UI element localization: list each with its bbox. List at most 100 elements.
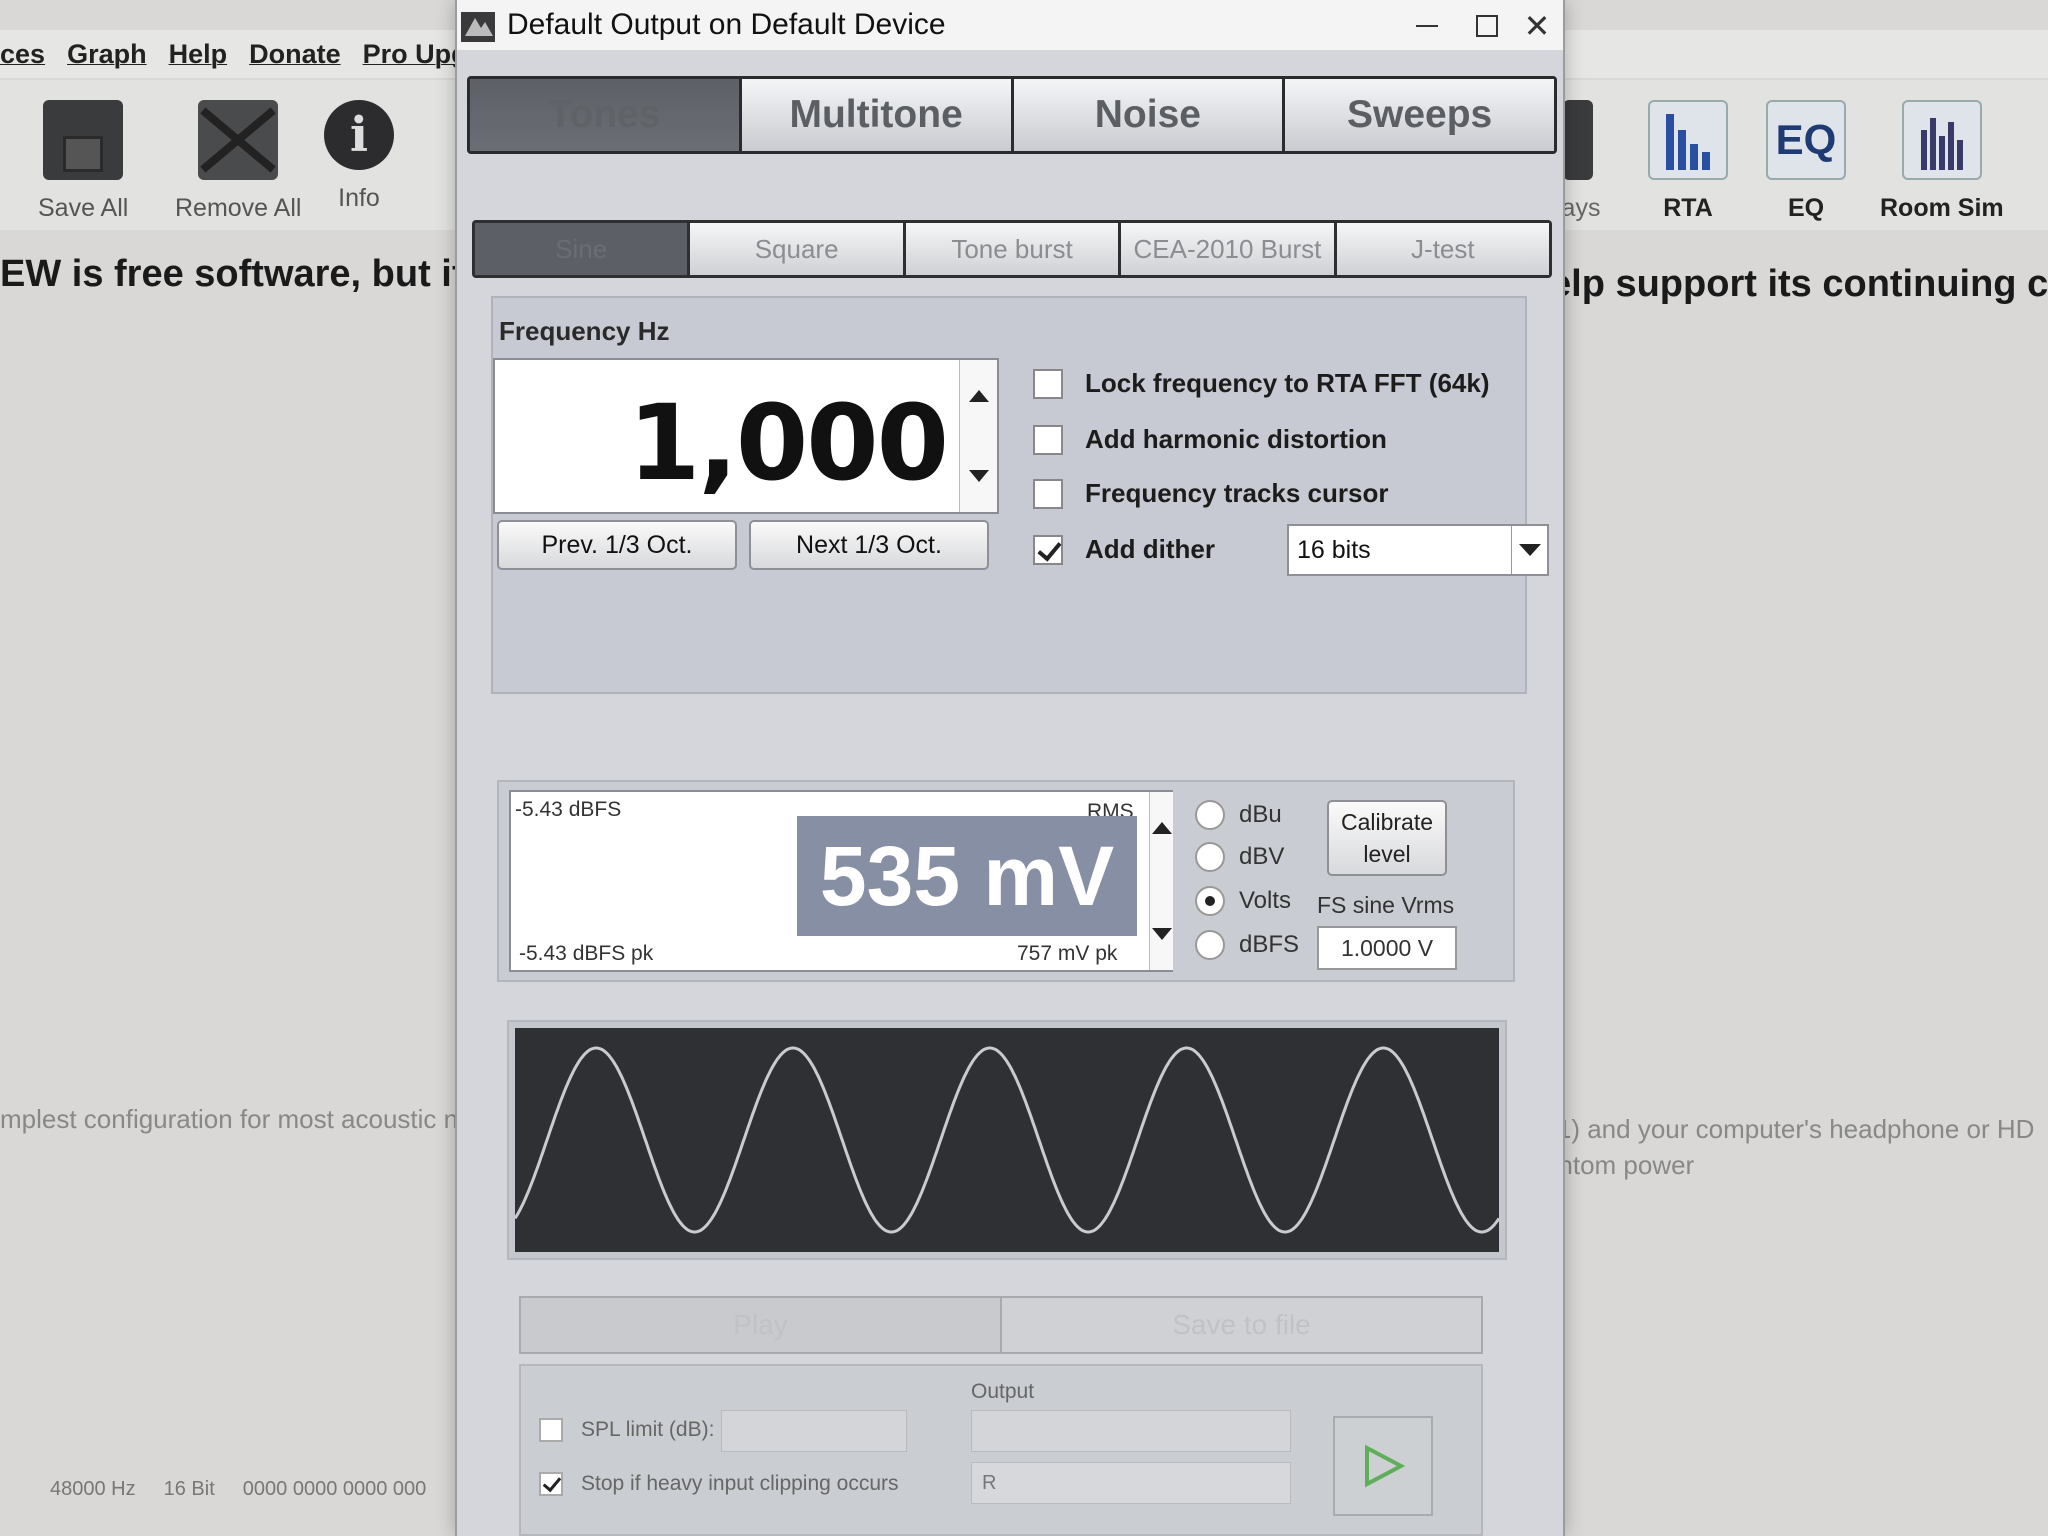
chevron-down-icon[interactable] (1511, 526, 1547, 574)
minimize-icon (1416, 25, 1438, 27)
menu-donate[interactable]: Donate (249, 39, 341, 70)
tab-multitone[interactable]: Multitone (741, 79, 1011, 151)
tab-tone-burst[interactable]: Tone burst (905, 223, 1119, 275)
dialog-title: Default Output on Default Device (507, 8, 946, 41)
info-button[interactable]: i Info (324, 100, 394, 213)
unit-dbv-option[interactable]: dBV (1195, 842, 1284, 872)
status-sample-rate: 48000 Hz (50, 1478, 136, 1500)
save-all-button[interactable]: Save All (38, 100, 128, 223)
frequency-tracks-cursor-option[interactable]: Frequency tracks cursor (1033, 478, 1388, 509)
tab-sine[interactable]: Sine (475, 223, 688, 275)
spl-limit-option[interactable]: SPL limit (dB): (539, 1418, 714, 1442)
spin-up-icon[interactable] (969, 390, 989, 402)
frequency-label: Frequency Hz (499, 316, 670, 346)
menu-graph[interactable]: Graph (67, 39, 147, 70)
unit-dbu-radio[interactable] (1195, 800, 1225, 830)
tab-tones[interactable]: Tones (470, 79, 739, 151)
output-device-select[interactable] (971, 1410, 1291, 1452)
room-sim-icon (1901, 100, 1982, 180)
close-icon: ✕ (1523, 8, 1551, 44)
minimize-button[interactable] (1397, 4, 1457, 48)
level-spinner[interactable] (1149, 792, 1173, 970)
level-dbfs-rms: -5.43 dBFS (515, 798, 622, 821)
lock-fft-checkbox[interactable] (1033, 368, 1063, 399)
background-help-text-right-1: MIK-1) and your computer's headphone or … (1502, 1114, 2035, 1144)
menu-preferences[interactable]: ces (0, 39, 45, 70)
overlays-icon (1563, 100, 1594, 180)
sine-wave-trace (515, 1046, 1499, 1234)
spin-up-icon[interactable] (1152, 822, 1172, 834)
remove-all-icon (198, 100, 279, 180)
eq-button[interactable]: EQ EQ (1766, 100, 1846, 223)
harmonic-distortion-checkbox[interactable] (1033, 424, 1063, 455)
spin-down-icon[interactable] (969, 470, 989, 482)
signal-generator-dialog: Default Output on Default Device ✕ Tones… (455, 0, 1565, 1536)
tab-noise[interactable]: Noise (1013, 79, 1283, 151)
generator-type-tabs: Tones Multitone Noise Sweeps (467, 76, 1557, 154)
rta-button[interactable]: RTA (1648, 100, 1728, 223)
start-generator-button[interactable] (1333, 1416, 1433, 1516)
dialog-titlebar[interactable]: Default Output on Default Device ✕ (457, 0, 1563, 50)
app-icon (461, 12, 495, 42)
unit-dbu-option[interactable]: dBu (1195, 800, 1282, 830)
tab-cea-2010-burst[interactable]: CEA-2010 Burst (1121, 223, 1334, 275)
unit-dbfs-radio[interactable] (1195, 930, 1225, 960)
lock-fft-option[interactable]: Lock frequency to RTA FFT (64k) (1033, 368, 1490, 399)
info-icon: i (324, 100, 394, 170)
tab-square[interactable]: Square (690, 223, 903, 275)
waveform-preview-panel (507, 1020, 1507, 1260)
dither-bits-select[interactable]: 16 bits (1287, 524, 1549, 576)
level-value: 535 mV (797, 816, 1137, 936)
eq-icon: EQ (1766, 100, 1846, 180)
play-icon (1365, 1444, 1405, 1488)
status-counters: 0000 0000 0000 000 (242, 1478, 427, 1500)
level-input[interactable]: -5.43 dBFS RMS 535 mV -5.43 dBFS pk 757 … (509, 790, 1173, 972)
output-channel-select[interactable]: R (971, 1462, 1291, 1504)
frequency-value: 1,000 (628, 382, 949, 504)
harmonic-distortion-option[interactable]: Add harmonic distortion (1033, 424, 1387, 455)
maximize-icon (1476, 15, 1498, 37)
frequency-input[interactable]: 1,000 (493, 358, 999, 514)
save-all-icon (43, 100, 124, 180)
room-sim-button[interactable]: Room Sim (1880, 100, 2004, 223)
menu-help[interactable]: Help (169, 39, 228, 70)
prev-third-octave-button[interactable]: Prev. 1/3 Oct. (497, 520, 737, 570)
tab-j-test[interactable]: J-test (1336, 223, 1550, 275)
play-button[interactable]: Play (521, 1298, 1000, 1352)
unit-dbfs-option[interactable]: dBFS (1195, 930, 1299, 960)
calibrate-level-button[interactable]: Calibrate level (1327, 800, 1447, 876)
fs-sine-vrms-field[interactable]: 1.0000 V (1317, 926, 1457, 970)
save-to-file-button[interactable]: Save to file (1000, 1298, 1481, 1352)
background-status-bar: 48000 Hz 16 Bit 0000 0000 0000 000 (50, 1478, 426, 1501)
play-save-row: Play Save to file (519, 1296, 1483, 1354)
unit-dbv-radio[interactable] (1195, 842, 1225, 872)
spl-limit-checkbox[interactable] (539, 1418, 563, 1442)
close-button[interactable]: ✕ (1507, 4, 1567, 48)
level-panel: -5.43 dBFS RMS 535 mV -5.43 dBFS pk 757 … (497, 780, 1515, 982)
frequency-spinner[interactable] (959, 360, 997, 512)
output-label: Output (971, 1380, 1035, 1403)
add-dither-checkbox[interactable] (1033, 534, 1063, 565)
frequency-tracks-cursor-checkbox[interactable] (1033, 478, 1063, 509)
stop-on-clipping-checkbox[interactable] (539, 1472, 563, 1496)
output-options-panel: SPL limit (dB): Stop if heavy input clip… (519, 1364, 1483, 1536)
level-peak-value: 757 mV pk (1017, 942, 1118, 965)
rta-icon (1648, 100, 1728, 180)
frequency-panel: Frequency Hz 1,000 Prev. 1/3 Oct. Next 1… (491, 296, 1549, 694)
waveform-preview (515, 1028, 1499, 1252)
dither-bits-value: 16 bits (1297, 535, 1371, 564)
stop-on-clipping-option[interactable]: Stop if heavy input clipping occurs (539, 1472, 899, 1496)
unit-volts-radio[interactable] (1195, 886, 1225, 916)
tone-type-tabs: Sine Square Tone burst CEA-2010 Burst J-… (472, 220, 1552, 278)
status-bit-depth: 16 Bit (163, 1478, 215, 1500)
unit-volts-option[interactable]: Volts (1195, 886, 1291, 916)
add-dither-option[interactable]: Add dither (1033, 534, 1215, 565)
remove-all-button[interactable]: Remove All (175, 100, 301, 223)
level-dbfs-peak: -5.43 dBFS pk (519, 942, 654, 965)
tab-sweeps[interactable]: Sweeps (1285, 79, 1554, 151)
next-third-octave-button[interactable]: Next 1/3 Oct. (749, 520, 989, 570)
spl-limit-input[interactable] (721, 1410, 907, 1452)
spin-down-icon[interactable] (1152, 928, 1172, 940)
fs-sine-vrms-label: FS sine Vrms (1317, 892, 1455, 918)
background-help-text-left: mplest configuration for most acoustic n (0, 1104, 459, 1134)
